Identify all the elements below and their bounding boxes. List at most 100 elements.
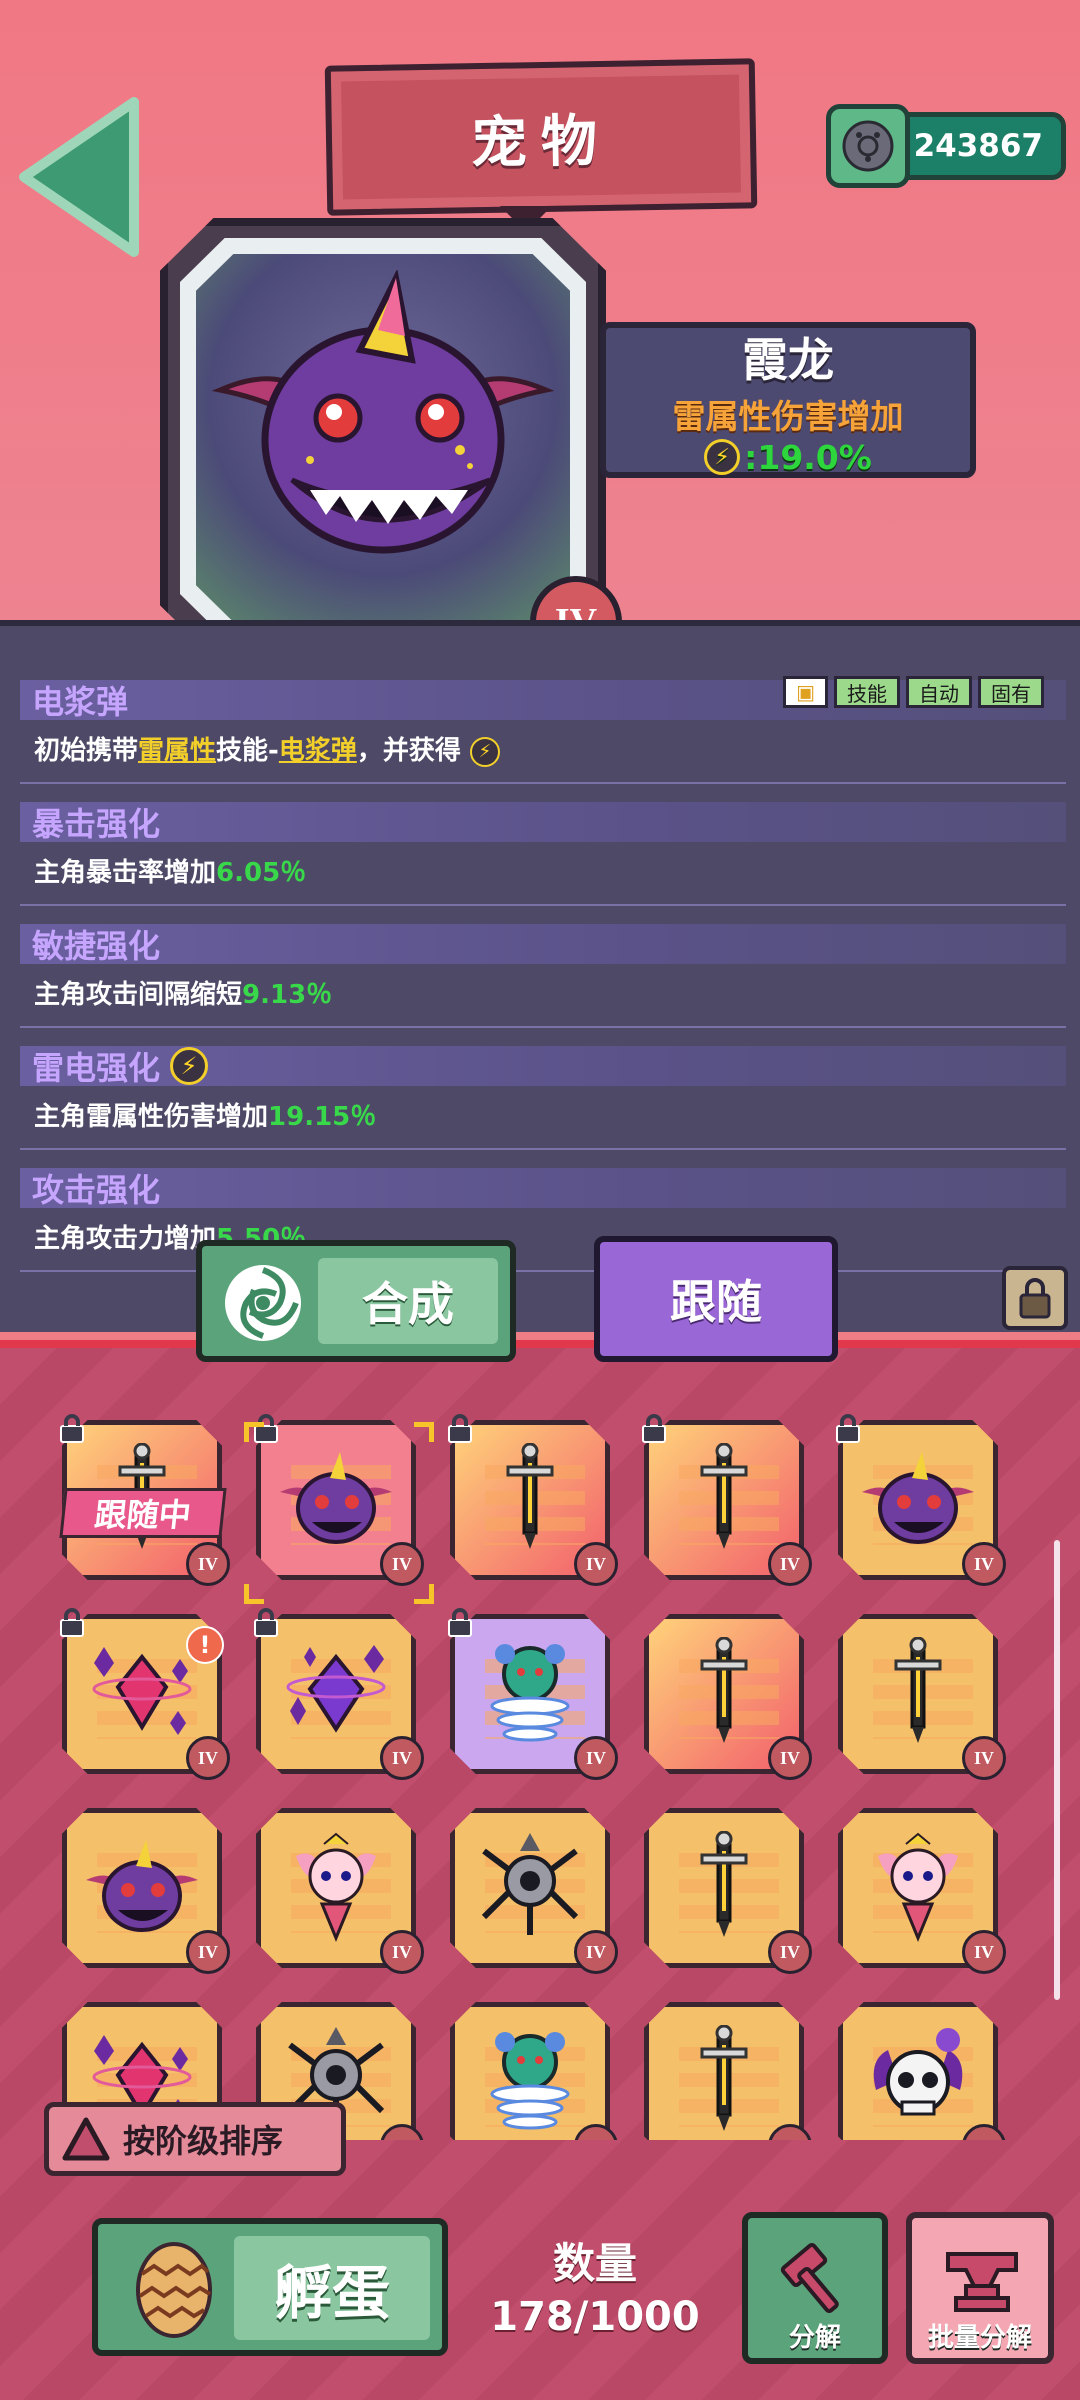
selection-corner (414, 1422, 434, 1442)
card-tier-badge: IV (380, 1736, 424, 1780)
pet-attribute-value-row: ⚡ :19.0% (704, 438, 872, 477)
hatch-egg-button[interactable]: 孵蛋 (92, 2218, 448, 2356)
padlock-icon (252, 1608, 280, 1638)
anvil-icon (946, 2252, 1018, 2312)
dragon-icon (858, 1448, 978, 1552)
card-tier-badge: IV (380, 1542, 424, 1586)
sort-label: 按阶级排序 (123, 2122, 284, 2160)
bulk-decompose-label: 批量分解 (927, 2323, 1032, 2353)
decompose-button[interactable]: 分解 (742, 2212, 888, 2364)
card-tier-badge: IV (962, 1542, 1006, 1586)
divider (20, 1148, 1066, 1150)
purple-dragon-icon (211, 270, 555, 554)
pet-info-panel: 霞龙 雷属性伤害增加 ⚡ :19.0% (600, 322, 976, 478)
divider (20, 782, 1066, 784)
lightning-icon: ⚡ (170, 1047, 209, 1085)
card-tier-badge: IV (962, 1930, 1006, 1974)
skill-description: 主角暴击率增加6.05％ (34, 858, 307, 888)
synthesize-label: 合成 (318, 1258, 498, 1344)
hatch-label: 孵蛋 (234, 2236, 430, 2340)
sword-icon (694, 1442, 754, 1557)
card-tier-badge: IV (186, 1542, 230, 1586)
egg-icon (136, 2242, 212, 2338)
fairy-icon (276, 1826, 396, 1950)
skill-crit-boost: 暴击强化 主角暴击率增加6.05％ (0, 790, 1080, 910)
skull-icon (858, 2020, 978, 2140)
selection-corner (244, 1422, 264, 1442)
padlock-icon (446, 1608, 474, 1638)
skill-description: 主角雷属性伤害增加19.15％ (34, 1102, 377, 1132)
sort-by-tier-button[interactable]: 按阶级排序 (44, 2102, 346, 2176)
padlock-icon (446, 1414, 474, 1444)
lock-toggle-button[interactable] (1002, 1266, 1068, 1330)
card-tier-badge: IV (186, 1736, 230, 1780)
pet-attribute-value: :19.0% (744, 437, 872, 477)
count-value: 178/1000 (490, 2294, 700, 2340)
skill-tags: ▣ 技能 自动 固有 (783, 676, 1044, 708)
pet-card-spring[interactable] (450, 2002, 610, 2140)
inventory-scrollbar[interactable] (1054, 1540, 1060, 2000)
drone-icon (470, 1831, 590, 1945)
follow-button[interactable]: 跟随 (594, 1236, 838, 1362)
padlock-icon (58, 1414, 86, 1444)
skills-panel: 电浆弹 ▣ 技能 自动 固有 初始携带雷属性技能-电浆弹，并获得 ⚡ 暴击强化 … (0, 620, 1080, 1332)
pet-attribute: 雷属性伤害增加 (672, 396, 904, 436)
dragon-icon (276, 1448, 396, 1552)
card-tier-badge: IV (962, 1736, 1006, 1780)
stone-coin-icon (826, 104, 910, 188)
tag-auto: 自动 (906, 676, 972, 708)
alert-badge: ! (186, 1626, 224, 1664)
crystal-pink-icon (82, 1637, 202, 1751)
sword-icon (500, 1442, 560, 1557)
swirl-icon (225, 1265, 301, 1341)
tag-innate: 固有 (978, 676, 1044, 708)
skill-title: 暴击强化 (20, 802, 1066, 843)
card-tier-badge: IV (380, 1930, 424, 1974)
count-label: 数量 (552, 2239, 637, 2288)
card-tier-badge: IV (768, 1736, 812, 1780)
skill-description: 初始携带雷属性技能-电浆弹，并获得 ⚡ (34, 730, 500, 767)
card-tier-badge: IV (768, 1542, 812, 1586)
lightning-icon: ⚡ (704, 439, 741, 475)
pet-card-skull[interactable] (838, 2002, 998, 2140)
card-tier-badge: IV (574, 1736, 618, 1780)
follow-label: 跟随 (670, 1275, 762, 1329)
page-title: 宠物 (470, 108, 612, 176)
card-tier-badge: IV (574, 1930, 618, 1974)
hammer-icon (780, 2242, 839, 2314)
skill-plasma-bolt: 电浆弹 ▣ 技能 自动 固有 初始携带雷属性技能-电浆弹，并获得 ⚡ (0, 668, 1080, 788)
tag-skill: 技能 (834, 676, 900, 708)
padlock-icon (834, 1414, 862, 1444)
card-tier-badge: IV (186, 1930, 230, 1974)
following-label: 跟随中 (59, 1488, 227, 1538)
sword-icon (694, 1830, 754, 1945)
skill-agility-boost: 敏捷强化 主角攻击间隔缩短9.13％ (0, 912, 1080, 1032)
chest-tag-icon: ▣ (783, 676, 828, 708)
skill-title: 敏捷强化 (20, 924, 1066, 965)
divider (20, 1026, 1066, 1028)
decompose-label: 分解 (788, 2323, 841, 2353)
skill-attack-boost: 攻击强化 主角攻击力增加5.50％ (0, 1156, 1080, 1276)
sword-icon (888, 1636, 948, 1751)
divider (20, 904, 1066, 906)
divider (20, 1270, 1066, 1272)
card-tier-badge: IV (768, 1930, 812, 1974)
bulk-decompose-button[interactable]: 批量分解 (906, 2212, 1054, 2364)
skill-thunder-boost: 雷电强化 ⚡ 主角雷属性伤害增加19.15％ (0, 1034, 1080, 1154)
pet-card-sword[interactable] (644, 2002, 804, 2140)
skill-title: 攻击强化 (20, 1168, 1066, 1209)
pet-name: 霞龙 (742, 332, 834, 387)
card-tier-badge: IV (574, 1542, 618, 1586)
sword-icon (694, 1636, 754, 1751)
dragon-icon (82, 1836, 202, 1940)
skill-description: 主角攻击间隔缩短9.13％ (34, 980, 333, 1010)
selection-corner (414, 1584, 434, 1604)
padlock-icon (640, 1414, 668, 1444)
back-arrow-icon[interactable] (14, 92, 144, 262)
padlock-icon (1019, 1278, 1051, 1319)
synthesize-button[interactable]: 合成 (196, 1240, 516, 1362)
lightning-icon: ⚡ (469, 736, 500, 767)
fairy-icon (858, 1826, 978, 1950)
sword-icon (694, 2024, 754, 2139)
currency-amount: 243867 (913, 128, 1043, 164)
